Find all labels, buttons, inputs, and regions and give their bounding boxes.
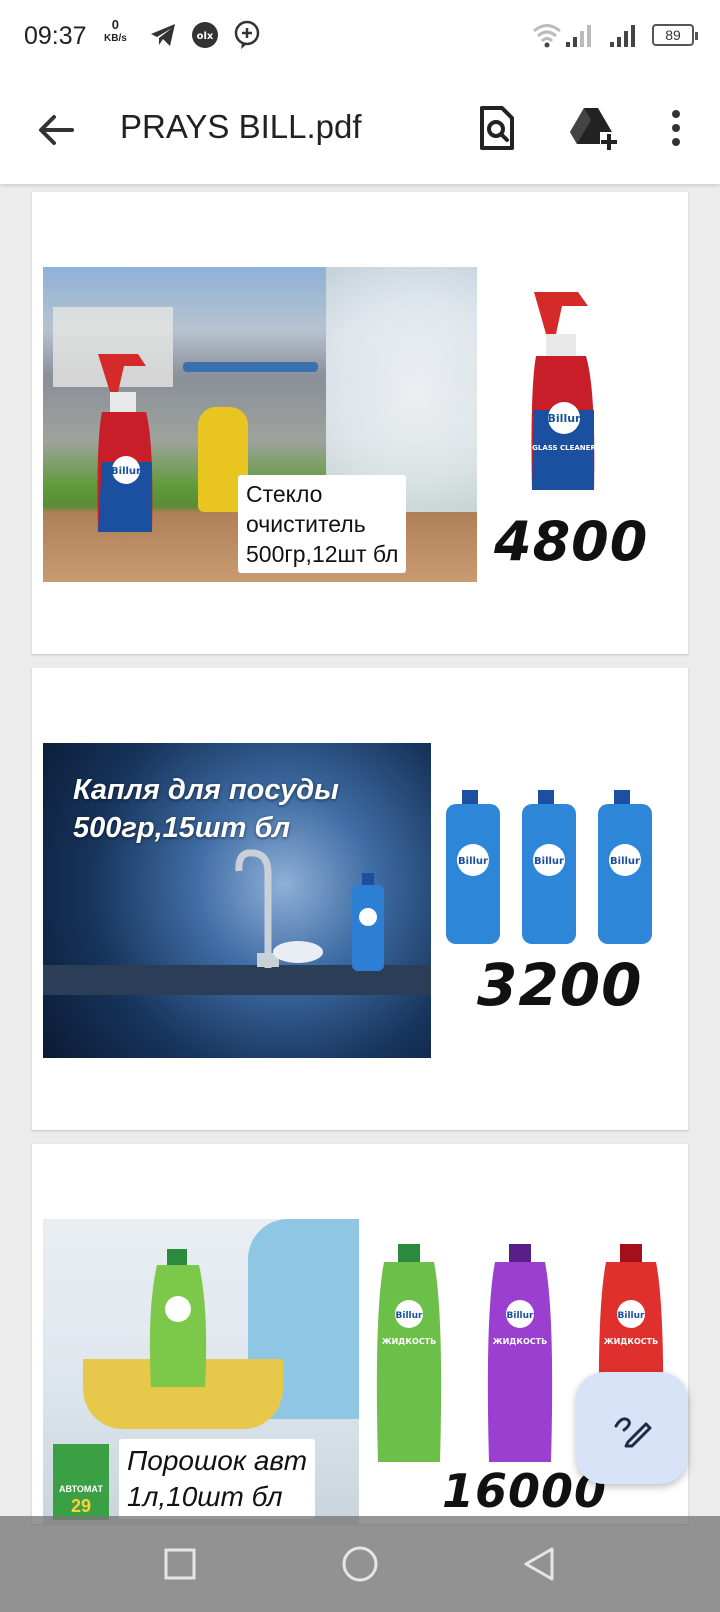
dish-soap-bottle-image <box>352 873 384 971</box>
wifi-icon <box>533 24 561 48</box>
olx-icon: olx <box>192 22 218 48</box>
network-speed-value: 0 <box>111 17 120 32</box>
recents-square-icon[interactable] <box>158 1542 202 1586</box>
pdf-page-2[interactable]: Капля для посуды 500гр,15шт бл Billur Bi… <box>32 668 688 1130</box>
google-drive-add-icon[interactable] <box>566 102 618 154</box>
caption-line: Порошок авт <box>127 1445 308 1476</box>
product-price: 3200 <box>477 951 643 1019</box>
signal-icon-2 <box>610 25 635 47</box>
product-price: 4800 <box>494 510 649 573</box>
caption-line: Капля для посуды <box>73 774 339 806</box>
annotate-button[interactable] <box>576 1372 688 1484</box>
status-bar: 09:37 0 KB/s olx 89 <box>0 0 720 72</box>
laundry-photo: АВТОМАТ 29 Порошок авт 1л,10шт бл <box>43 1219 359 1524</box>
bottle-brand: Billur <box>507 1311 535 1321</box>
status-time: 09:37 <box>24 22 87 50</box>
svg-text:olx: olx <box>197 31 214 42</box>
badge-label: АВТОМАТ <box>59 1484 103 1494</box>
bottle-label: GLASS CLEANER <box>532 444 596 452</box>
pdf-page-1[interactable]: Billur Стекло очиститель 500гр,12шт бл B… <box>32 192 688 654</box>
squeegee <box>183 362 318 372</box>
spray-bottle-image: Billur <box>97 354 153 532</box>
product-bottles-image: Billur Billur Billur <box>446 790 652 944</box>
network-speed-unit: KB/s <box>104 33 127 44</box>
bottle-brand: Billur <box>610 856 640 867</box>
glass-cleaner-photo: Billur Стекло очиститель 500гр,12шт бл <box>43 267 477 582</box>
caption-line: Стекло <box>246 481 323 507</box>
bottle-label: ЖИДКОСТЬ <box>493 1337 547 1346</box>
back-arrow-icon[interactable] <box>32 106 80 154</box>
bottle-brand: Billur <box>548 412 582 425</box>
app-bar: PRAYS BILL.pdf <box>0 72 720 184</box>
caption-line: 1л,10шт бл <box>127 1481 283 1512</box>
bottle-label: ЖИДКОСТЬ <box>604 1337 658 1346</box>
battery-level: 89 <box>665 27 681 43</box>
dish-soap-photo: Капля для посуды 500гр,15шт бл <box>43 743 431 1058</box>
product-caption: Стекло очиститель 500гр,12шт бл <box>238 475 407 573</box>
detergent-bottle-image <box>149 1249 207 1387</box>
bottle-brand: Billur <box>534 856 564 867</box>
automat-badge: АВТОМАТ 29 <box>53 1444 109 1520</box>
bottle-brand: Billur <box>618 1311 646 1321</box>
bottle-brand: Billur <box>458 856 488 867</box>
annotate-pen-icon <box>614 1417 652 1448</box>
document-title: PRAYS BILL.pdf <box>120 108 362 145</box>
product-caption: Капля для посуды 500гр,15шт бл <box>73 771 339 847</box>
navigation-bar <box>0 1516 720 1612</box>
bottle-brand: Billur <box>396 1311 424 1321</box>
badge-number: 29 <box>70 1496 92 1516</box>
network-speed: 0 KB/s <box>104 18 127 46</box>
back-triangle-icon[interactable] <box>518 1542 562 1586</box>
plate <box>273 941 323 963</box>
bottle-label: ЖИДКОСТЬ <box>382 1337 436 1346</box>
caption-line: 500гр,15шт бл <box>73 812 291 844</box>
product-bottle-image: Billur GLASS CLEANER <box>531 292 596 490</box>
more-vert-icon[interactable] <box>650 102 702 154</box>
battery-icon: 89 <box>652 24 698 46</box>
messenger-icon <box>234 20 260 49</box>
caption-line: 500гр,12шт бл <box>246 541 399 567</box>
telegram-icon <box>151 24 175 46</box>
caption-line: очиститель <box>246 511 366 537</box>
product-caption: Порошок авт 1л,10шт бл <box>119 1439 316 1519</box>
search-document-icon[interactable] <box>470 102 522 154</box>
home-circle-icon[interactable] <box>338 1542 382 1586</box>
signal-icon <box>566 25 591 47</box>
bottle-brand: Billur <box>111 466 141 477</box>
